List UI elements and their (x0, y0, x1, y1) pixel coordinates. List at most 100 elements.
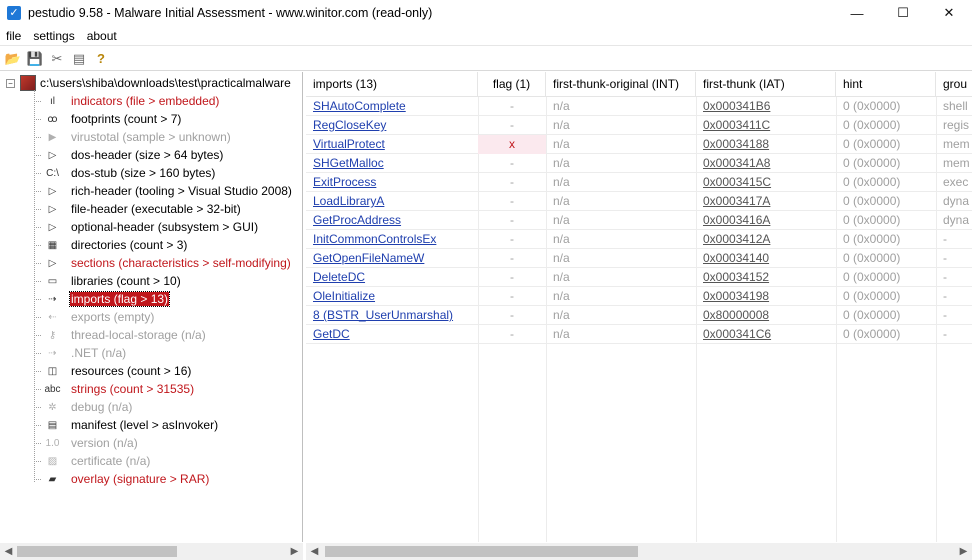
cell-iat[interactable]: 0x000341B6 (696, 97, 836, 116)
tree-item[interactable]: ⇢ .NET (n/a) (34, 344, 127, 362)
tree-item[interactable]: ⇠ exports (empty) (34, 308, 155, 326)
cell-name[interactable]: GetDC (306, 325, 478, 344)
tree-item[interactable]: abc strings (count > 31535) (34, 380, 195, 398)
collapse-icon[interactable]: − (6, 78, 15, 88)
tree-root[interactable]: − c:\users\shiba\downloads\test\practica… (6, 74, 291, 92)
tree-item[interactable]: ▤ manifest (level > asInvoker) (34, 416, 219, 434)
col-flag[interactable]: flag (1) (478, 72, 546, 97)
tools-icon[interactable]: ✂ (46, 48, 68, 70)
scroll-left-icon[interactable]: ◀ (306, 543, 323, 560)
cell-iat[interactable]: 0x00034140 (696, 249, 836, 268)
table-row[interactable]: GetProcAddress - n/a 0x0003416A 0 (0x0000) dy… (306, 211, 972, 230)
table-row[interactable]: SHAutoComplete - n/a 0x000341B6 0 (0x0000) sh… (306, 97, 972, 116)
imports-icon: ⇢ (48, 293, 57, 305)
scroll-track[interactable] (17, 543, 286, 560)
cell-iat[interactable]: 0x0003417A (696, 192, 836, 211)
scroll-right-icon[interactable]: ▶ (955, 543, 972, 560)
tree-item[interactable]: ⇢ imports (flag > 13) (34, 290, 171, 308)
table-row[interactable]: OleInitialize - n/a 0x00034198 0 (0x0000) - (306, 287, 972, 306)
tree-item[interactable]: 1.0 version (n/a) (34, 434, 139, 452)
cell-name[interactable]: SHAutoComplete (306, 97, 478, 116)
help-icon[interactable]: ? (90, 48, 112, 70)
tree-item[interactable]: ▨ certificate (n/a) (34, 452, 151, 470)
tree-item[interactable]: ▶ virustotal (sample > unknown) (34, 128, 232, 146)
table-row[interactable]: GetOpenFileNameW - n/a 0x00034140 0 (0x0000)… (306, 249, 972, 268)
tree-pane: − c:\users\shiba\downloads\test\practica… (0, 72, 303, 542)
scroll-left-icon[interactable]: ◀ (0, 543, 17, 560)
menu-file[interactable]: file (0, 26, 27, 46)
tree-item[interactable]: ⚷ thread-local-storage (n/a) (34, 326, 207, 344)
tree-item[interactable]: ▷ sections (characteristics > self-modify… (34, 254, 292, 272)
col-imports[interactable]: imports (13) (306, 72, 478, 97)
cell-name[interactable]: ExitProcess (306, 173, 478, 192)
cell-iat[interactable]: 0x000341A8 (696, 154, 836, 173)
cell-name[interactable]: SHGetMalloc (306, 154, 478, 173)
maximize-button[interactable]: ☐ (880, 0, 926, 26)
cell-int: n/a (553, 194, 570, 208)
cell-int: n/a (553, 99, 570, 113)
document-icon[interactable]: ▤ (68, 48, 90, 70)
tree-item[interactable]: ◫ resources (count > 16) (34, 362, 192, 380)
cell-flag: - (510, 289, 514, 303)
cell-name[interactable]: GetOpenFileNameW (306, 249, 478, 268)
table-row[interactable]: RegCloseKey - n/a 0x0003411C 0 (0x0000) regis (306, 116, 972, 135)
menu-about[interactable]: about (81, 26, 123, 46)
cell-name[interactable]: InitCommonControlsEx (306, 230, 478, 249)
cell-name[interactable]: OleInitialize (306, 287, 478, 306)
cell-iat[interactable]: 0x00034198 (696, 287, 836, 306)
cell-iat[interactable]: 0x0003415C (696, 173, 836, 192)
key-icon: ⚷ (48, 329, 57, 341)
table-row[interactable]: DeleteDC - n/a 0x00034152 0 (0x0000) - (306, 268, 972, 287)
tree-item[interactable]: ▰ overlay (signature > RAR) (34, 470, 210, 488)
cell-iat[interactable]: 0x0003412A (696, 230, 836, 249)
save-icon[interactable]: 💾 (24, 48, 46, 70)
table-row[interactable]: VirtualProtect x n/a 0x00034188 0 (0x0000) me… (306, 135, 972, 154)
table-row[interactable]: ExitProcess - n/a 0x0003415C 0 (0x0000) exec (306, 173, 972, 192)
scroll-track[interactable] (323, 543, 955, 560)
cell-iat[interactable]: 0x80000008 (696, 306, 836, 325)
minimize-button[interactable]: — (834, 0, 880, 26)
tree-item[interactable]: ▷ optional-header (subsystem > GUI) (34, 218, 259, 236)
col-group[interactable]: grou (936, 72, 972, 97)
cell-iat[interactable]: 0x00034188 (696, 135, 836, 154)
cell-iat[interactable]: 0x0003416A (696, 211, 836, 230)
col-iat[interactable]: first-thunk (IAT) (696, 72, 836, 97)
table-row[interactable]: GetDC - n/a 0x000341C6 0 (0x0000) - (306, 325, 972, 344)
cell-name[interactable]: DeleteDC (306, 268, 478, 287)
close-button[interactable]: ✕ (926, 0, 972, 26)
archive-icon: ▰ (48, 473, 57, 485)
open-folder-icon[interactable]: 📂 (2, 48, 24, 70)
table-row[interactable]: SHGetMalloc - n/a 0x000341A8 0 (0x0000) mem (306, 154, 972, 173)
cell-name[interactable]: GetProcAddress (306, 211, 478, 230)
table-row[interactable]: 8 (BSTR_UserUnmarshal) - n/a 0x80000008 0 (0… (306, 306, 972, 325)
cell-name[interactable]: LoadLibraryA (306, 192, 478, 211)
cell-hint: 0 (0x0000) (843, 137, 901, 151)
tree-item[interactable]: ✲ debug (n/a) (34, 398, 133, 416)
cell-int: n/a (553, 137, 570, 151)
tree-item[interactable]: ıl indicators (file > embedded) (34, 92, 220, 110)
col-int[interactable]: first-thunk-original (INT) (546, 72, 696, 97)
certificate-icon: ▨ (47, 455, 58, 467)
tree-item[interactable]: ▷ file-header (executable > 32-bit) (34, 200, 242, 218)
scroll-thumb[interactable] (325, 546, 638, 557)
tree-item[interactable]: ▦ directories (count > 3) (34, 236, 188, 254)
table-scrollbar[interactable]: ◀ ▶ (306, 543, 972, 560)
tree-item[interactable]: C:\ dos-stub (size > 160 bytes) (34, 164, 216, 182)
cell-iat[interactable]: 0x0003411C (696, 116, 836, 135)
cell-iat[interactable]: 0x00034152 (696, 268, 836, 287)
tree-item[interactable]: ▷ rich-header (tooling > Visual Studio 20… (34, 182, 293, 200)
tree-item[interactable]: ▷ dos-header (size > 64 bytes) (34, 146, 224, 164)
scroll-right-icon[interactable]: ▶ (286, 543, 303, 560)
cell-name[interactable]: VirtualProtect (306, 135, 478, 154)
table-row[interactable]: InitCommonControlsEx - n/a 0x0003412A 0 (0x0… (306, 230, 972, 249)
tree-item[interactable]: ꝏ footprints (count > 7) (34, 110, 182, 128)
scroll-thumb[interactable] (17, 546, 177, 557)
cell-name[interactable]: 8 (BSTR_UserUnmarshal) (306, 306, 478, 325)
menu-settings[interactable]: settings (27, 26, 80, 46)
tree-scrollbar[interactable]: ◀ ▶ (0, 543, 303, 560)
cell-name[interactable]: RegCloseKey (306, 116, 478, 135)
col-hint[interactable]: hint (836, 72, 936, 97)
tree-item[interactable]: ▭ libraries (count > 10) (34, 272, 182, 290)
table-row[interactable]: LoadLibraryA - n/a 0x0003417A 0 (0x0000) dyna (306, 192, 972, 211)
cell-iat[interactable]: 0x000341C6 (696, 325, 836, 344)
